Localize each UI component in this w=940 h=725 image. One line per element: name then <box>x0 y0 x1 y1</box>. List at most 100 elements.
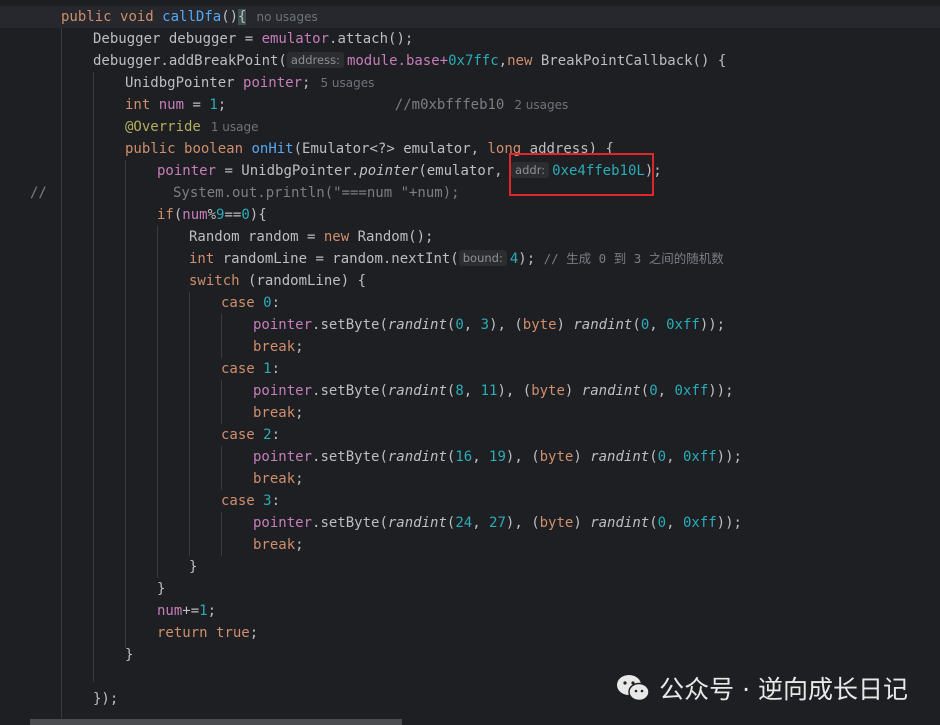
number: 24 <box>455 515 473 531</box>
code-line[interactable]: pointer.setByte(randint(16, 19), (byte) … <box>0 446 940 468</box>
code-line[interactable]: return true; <box>0 622 940 644</box>
field-ref: num <box>157 603 183 619</box>
number: 0 <box>241 207 250 223</box>
code-text: ; <box>249 625 259 641</box>
code-text: ){ <box>249 207 267 223</box>
code-line[interactable]: case 0: <box>0 292 940 314</box>
usage-hint[interactable]: 5 usages <box>320 76 374 90</box>
number: 0xff <box>666 317 700 333</box>
code-line[interactable]: Random random = new Random(); <box>0 226 940 248</box>
code-line[interactable]: pointer.setByte(randint(0, 3), (byte) ra… <box>0 314 940 336</box>
comment: //m0xbfffeb10 <box>394 97 505 113</box>
code-text: Random random = <box>189 229 324 245</box>
keyword: true <box>216 625 250 641</box>
code-text: ); <box>518 251 544 267</box>
code-line[interactable]: break; <box>0 402 940 424</box>
number: 3 <box>480 317 490 333</box>
code-line[interactable]: break; <box>0 534 940 556</box>
code-text: += <box>182 603 200 619</box>
field-ref: pointer <box>253 449 313 465</box>
code-line[interactable]: public void callDfa(){no usages <box>0 6 940 28</box>
keyword: return <box>157 625 208 641</box>
keyword: case <box>221 361 255 377</box>
method-call: randint <box>590 515 650 531</box>
code-line[interactable]: int num = 1; //m0xbfffeb10 2 usages <box>0 94 940 116</box>
number: 0 <box>455 317 464 333</box>
code-line[interactable]: break; <box>0 336 940 358</box>
code-line[interactable]: break; <box>0 468 940 490</box>
code-text: : <box>271 295 281 311</box>
paren: () <box>221 9 239 25</box>
field-ref: emulator <box>261 31 330 47</box>
code-line[interactable]: if(num%9==0){ <box>0 204 940 226</box>
number: 0xff <box>674 383 709 399</box>
usage-hint[interactable]: 1 usage <box>211 120 259 134</box>
code-line[interactable]: case 1: <box>0 358 940 380</box>
keyword: byte <box>531 383 565 399</box>
field-ref: pointer <box>157 163 217 179</box>
code-line[interactable]: case 2: <box>0 424 940 446</box>
usage-hint[interactable]: no usages <box>256 10 317 24</box>
code-editor[interactable]: public void callDfa(){no usages Debugger… <box>0 0 940 725</box>
method-call: randint <box>581 383 641 399</box>
code-text: (emulator, <box>418 163 512 179</box>
field-ref: .base+ <box>397 53 449 69</box>
code-line[interactable]: Debugger debugger = emulator.attach(); <box>0 28 940 50</box>
keyword: case <box>221 427 255 443</box>
code-text: ; <box>217 97 227 113</box>
number: 0 <box>657 515 667 531</box>
method-call: randint <box>590 449 650 465</box>
keyword: int <box>125 97 151 113</box>
code-line[interactable]: pointer.setByte(randint(24, 27), (byte) … <box>0 512 940 534</box>
field-ref: pointer <box>253 515 313 531</box>
code-text: .attach(); <box>329 31 414 47</box>
code-line[interactable]: UnidbgPointer pointer; 5 usages <box>0 72 940 94</box>
field-ref: num <box>182 207 208 223</box>
number: 0xff <box>682 449 717 465</box>
code-line[interactable]: @Override 1 usage <box>0 116 940 138</box>
keyword: public <box>61 9 112 25</box>
method-call: randint <box>573 317 633 333</box>
keyword: byte <box>522 317 557 333</box>
keyword: public <box>125 141 176 157</box>
method-call: randint <box>387 383 447 399</box>
code-line[interactable]: switch (randomLine) { <box>0 270 940 292</box>
code-line[interactable]: pointer.setByte(randint(8, 11), (byte) r… <box>0 380 940 402</box>
number: 11 <box>480 383 498 399</box>
number: 0 <box>263 295 272 311</box>
code-text: = UnidbgPointer. <box>216 163 360 179</box>
number: 4 <box>509 251 519 267</box>
number: 0x7ffc <box>448 53 499 69</box>
keyword: int <box>189 251 215 267</box>
code-line[interactable]: // System.out.println("===num "+num); <box>0 182 940 204</box>
brace: { <box>238 9 247 25</box>
number: 0xff <box>682 515 717 531</box>
code-text: .setByte( <box>312 515 388 531</box>
code-line[interactable]: num+=1; <box>0 600 940 622</box>
code-line[interactable]: debugger.addBreakPoint(address: module.ba… <box>0 50 940 72</box>
watermark: 公众号 · 逆向成长日记 <box>615 668 908 708</box>
comment: System.out.println("===num "+num); <box>173 185 460 201</box>
code-text: (Emulator<?> emulator, <box>293 141 488 157</box>
horizontal-scrollbar[interactable] <box>30 719 402 725</box>
number: 0 <box>657 449 667 465</box>
code-line[interactable]: } <box>0 556 940 578</box>
code-text: .setByte( <box>312 449 388 465</box>
method-call: pointer <box>359 163 419 179</box>
code-line[interactable]: int randomLine = random.nextInt(bound: 4)… <box>0 248 940 270</box>
code-line[interactable]: } <box>0 578 940 600</box>
code-text: % <box>207 207 217 223</box>
keyword: break <box>253 405 296 421</box>
code-line[interactable]: public boolean onHit(Emulator<?> emulato… <box>0 138 940 160</box>
code-line[interactable]: case 3: <box>0 490 940 512</box>
usage-hint[interactable]: 2 usages <box>514 98 568 112</box>
number: 3 <box>263 493 272 509</box>
code-text: UnidbgPointer <box>125 75 244 91</box>
keyword: boolean <box>184 141 244 157</box>
code-text: Debugger debugger = <box>93 31 262 47</box>
keyword: break <box>253 471 296 487</box>
code-line[interactable]: } <box>0 644 940 666</box>
code-line[interactable]: pointer = UnidbgPointer.pointer(emulator… <box>0 160 940 182</box>
keyword: break <box>253 537 296 553</box>
brace: } <box>125 647 134 663</box>
